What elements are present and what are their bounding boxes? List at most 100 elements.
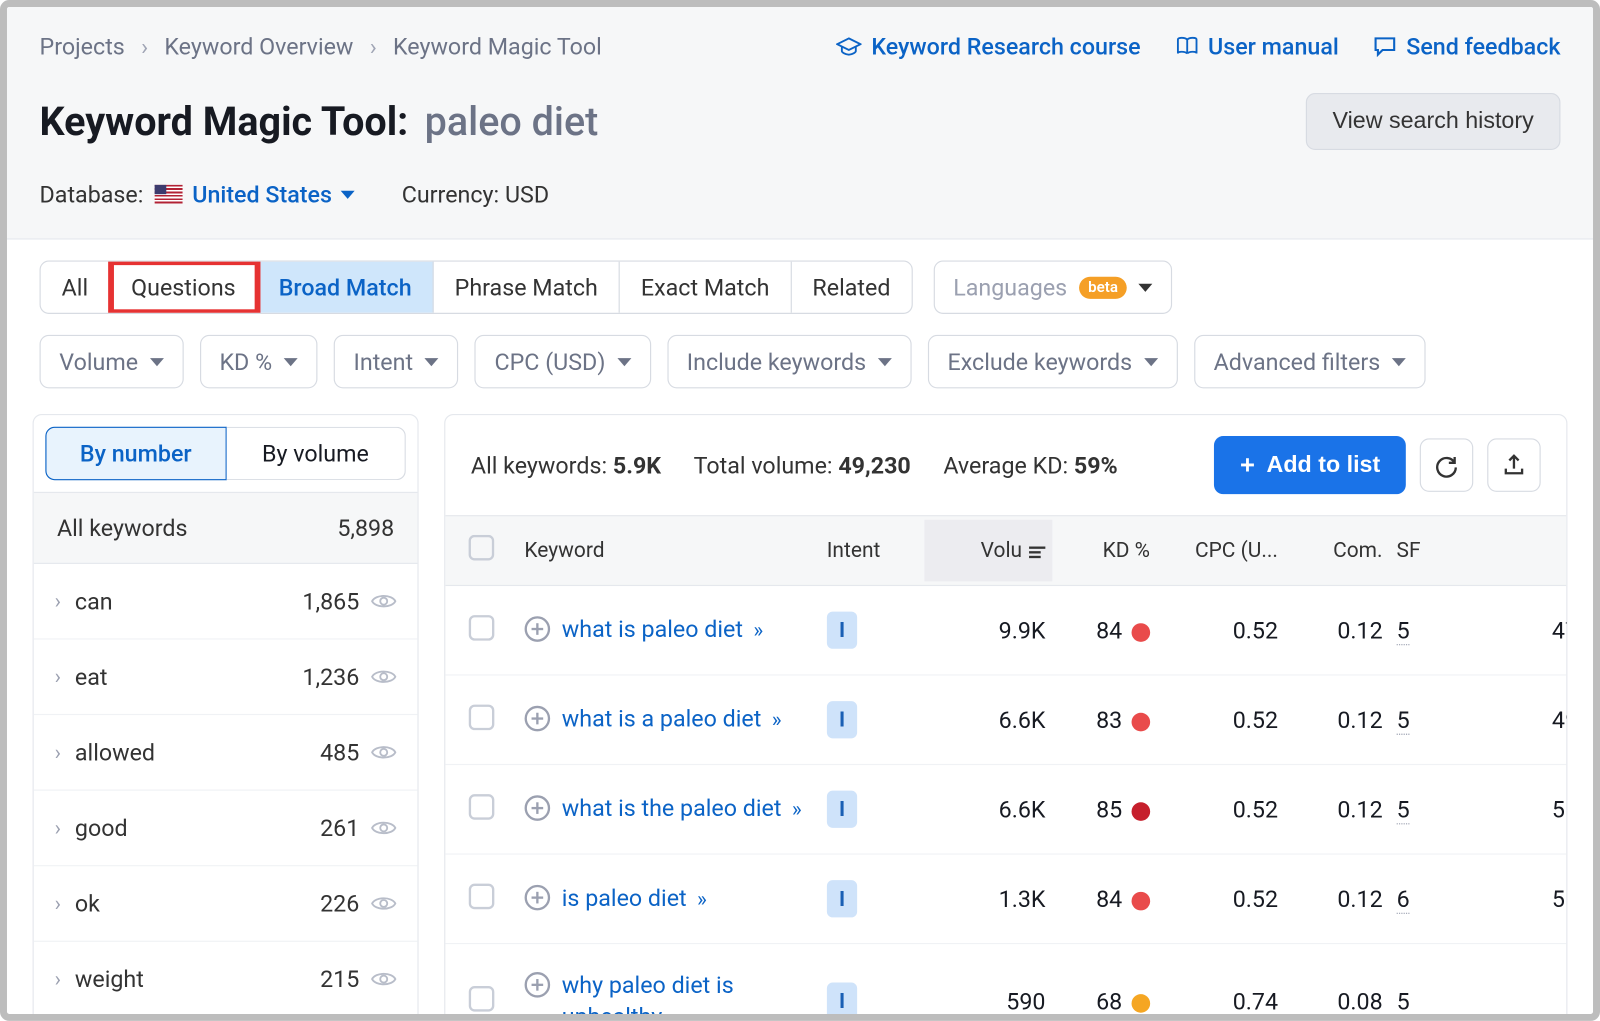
sidebar-item-can[interactable]: › can 1,865	[34, 564, 418, 640]
sidebar-item-drink[interactable]: › drink 189	[34, 1017, 418, 1021]
filter-include-keywords[interactable]: Include keywords	[667, 335, 911, 388]
col-keyword[interactable]: Keyword	[517, 538, 819, 562]
crumb-keyword-overview[interactable]: Keyword Overview	[164, 33, 353, 61]
eye-icon[interactable]	[371, 743, 397, 762]
row-checkbox[interactable]	[469, 986, 495, 1012]
col-kd[interactable]: KD %	[1052, 538, 1157, 562]
eye-icon[interactable]	[371, 970, 397, 989]
send-feedback-link[interactable]: Send feedback	[1374, 33, 1561, 61]
keyword-link[interactable]: what is a paleo diet »	[562, 704, 778, 736]
keyword-groups-sidebar: By number By volume All keywords 5,898 ›…	[33, 414, 419, 1021]
sidebar-tab-by-number[interactable]: By number	[45, 427, 226, 480]
row-checkbox[interactable]	[469, 794, 495, 820]
cell-cpc: 0.52	[1157, 885, 1285, 913]
cell-cpc: 0.52	[1157, 616, 1285, 644]
add-to-list-button[interactable]: + Add to list	[1214, 436, 1405, 494]
filter-volume[interactable]: Volume	[40, 335, 184, 388]
crumb-projects[interactable]: Projects	[40, 33, 125, 61]
col-results[interactable]: Results	[1471, 538, 1568, 562]
cell-kd: 84	[1052, 885, 1157, 913]
eye-icon[interactable]	[371, 894, 397, 913]
cell-results: 1.6M	[1565, 987, 1566, 1015]
keyword-link[interactable]: what is paleo diet »	[562, 614, 760, 646]
refresh-button[interactable]	[1420, 438, 1473, 491]
sidebar-tab-by-volume[interactable]: By volume	[226, 427, 406, 480]
keyword-link[interactable]: is paleo diet »	[562, 883, 704, 915]
cell-com: 0.12	[1285, 616, 1390, 644]
eye-icon[interactable]	[371, 819, 397, 838]
cell-kd: 68	[1052, 987, 1157, 1015]
filter-kd-[interactable]: KD %	[200, 335, 318, 388]
flag-us-icon	[155, 185, 183, 204]
cell-results: 51.2M	[1552, 885, 1566, 913]
row-checkbox[interactable]	[469, 704, 495, 730]
sidebar-item-allowed[interactable]: › allowed 485	[34, 715, 418, 791]
breadcrumb: Projects › Keyword Overview › Keyword Ma…	[40, 33, 602, 61]
sidebar-item-label: ok	[75, 890, 100, 918]
chevron-right-icon: ›	[55, 891, 61, 915]
filter-exclude-keywords[interactable]: Exclude keywords	[928, 335, 1178, 388]
cell-cpc: 0.74	[1157, 987, 1285, 1015]
sidebar-item-weight[interactable]: › weight 215	[34, 942, 418, 1018]
tab-related[interactable]: Related	[791, 262, 911, 313]
add-keyword-icon[interactable]	[524, 617, 550, 643]
keyword-link[interactable]: why paleo diet is unhealthy »	[562, 970, 813, 1021]
sidebar-item-good[interactable]: › good 261	[34, 791, 418, 867]
filter-intent[interactable]: Intent	[334, 335, 459, 388]
eye-icon[interactable]	[371, 667, 397, 686]
languages-select[interactable]: Languages beta	[933, 260, 1172, 313]
user-manual-link[interactable]: User manual	[1175, 33, 1338, 61]
tab-questions[interactable]: Questions	[110, 262, 258, 313]
sidebar-item-count: 226	[320, 890, 359, 918]
kd-difficulty-dot	[1131, 994, 1150, 1013]
sidebar-item-eat[interactable]: › eat 1,236	[34, 640, 418, 716]
add-keyword-icon[interactable]	[524, 972, 550, 998]
cell-kd: 83	[1052, 706, 1157, 734]
tab-broad-match[interactable]: Broad Match	[258, 262, 434, 313]
tab-all[interactable]: All	[41, 262, 111, 313]
add-keyword-icon[interactable]	[524, 706, 550, 732]
sidebar-item-count: 485	[320, 738, 359, 766]
row-checkbox[interactable]	[469, 615, 495, 641]
cell-volume: 6.6K	[924, 706, 1052, 734]
tab-exact-match[interactable]: Exact Match	[620, 262, 792, 313]
col-cpc[interactable]: CPC (U...	[1157, 538, 1285, 562]
add-keyword-icon[interactable]	[524, 796, 550, 822]
table-row: what is paleo diet » I 9.9K 84 0.52 0.12…	[445, 586, 1566, 676]
sidebar-item-label: eat	[75, 663, 108, 691]
chevron-right-icon: ›	[55, 816, 61, 840]
table-row: what is the paleo diet » I 6.6K 85 0.52 …	[445, 765, 1566, 855]
col-com[interactable]: Com.	[1285, 538, 1390, 562]
view-search-history-button[interactable]: View search history	[1306, 93, 1561, 150]
row-checkbox[interactable]	[469, 883, 495, 909]
refresh-icon	[1434, 452, 1460, 478]
double-chevron-icon: »	[673, 1006, 679, 1021]
col-volume[interactable]: Volu	[924, 520, 1052, 582]
tab-phrase-match[interactable]: Phrase Match	[434, 262, 620, 313]
sidebar-item-ok[interactable]: › ok 226	[34, 866, 418, 942]
database-label: Database:	[40, 180, 144, 208]
cell-com: 0.12	[1285, 706, 1390, 734]
filter-cpc-usd-[interactable]: CPC (USD)	[475, 335, 651, 388]
eye-icon[interactable]	[371, 592, 397, 611]
speech-bubble-icon	[1374, 36, 1397, 57]
cell-volume: 6.6K	[924, 795, 1052, 823]
export-button[interactable]	[1487, 438, 1540, 491]
keyword-link[interactable]: what is the paleo diet »	[562, 793, 798, 825]
chevron-down-icon	[1392, 358, 1406, 366]
keyword-research-course-link[interactable]: Keyword Research course	[836, 33, 1140, 61]
cell-results: 49.9M	[1552, 706, 1566, 734]
cell-com: 0.12	[1285, 885, 1390, 913]
col-intent[interactable]: Intent	[820, 538, 925, 562]
add-keyword-icon[interactable]	[524, 885, 550, 911]
database-select[interactable]: United States	[155, 180, 355, 208]
crumb-keyword-magic-tool[interactable]: Keyword Magic Tool	[393, 33, 602, 61]
kd-difficulty-dot	[1131, 623, 1150, 642]
chevron-right-icon: ›	[141, 33, 148, 61]
chevron-down-icon	[284, 358, 298, 366]
filter-advanced-filters[interactable]: Advanced filters	[1194, 335, 1426, 388]
cell-results: 55.9M	[1552, 795, 1566, 823]
col-sf[interactable]: SF	[1390, 538, 1471, 562]
select-all-checkbox[interactable]	[469, 535, 495, 561]
chevron-down-icon	[425, 358, 439, 366]
